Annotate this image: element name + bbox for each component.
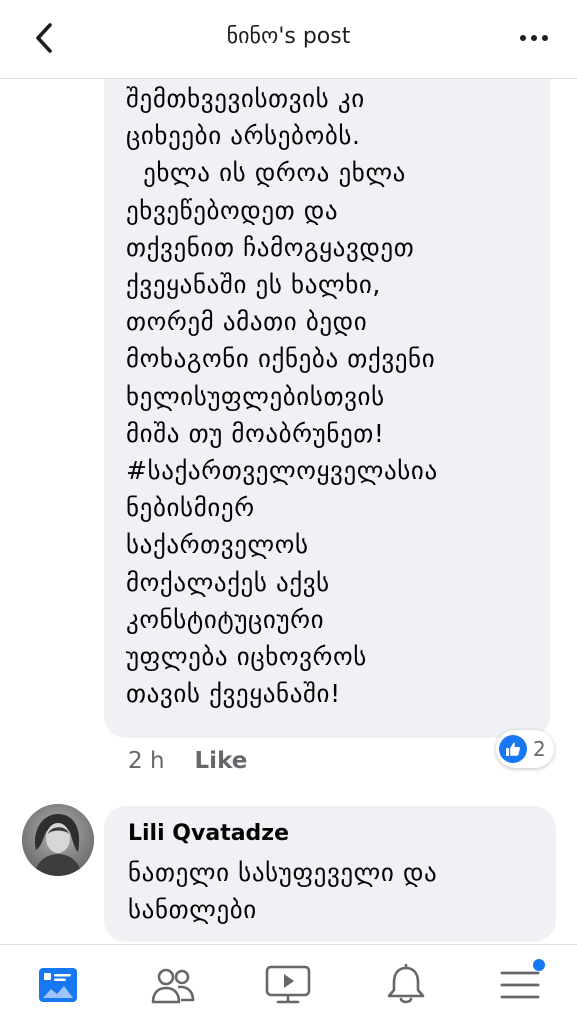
bottom-tab-bar	[0, 944, 577, 1025]
reaction-summary[interactable]: 2	[496, 730, 554, 768]
tab-notifications[interactable]	[380, 961, 432, 1009]
reaction-count: 2	[533, 737, 546, 761]
watch-icon	[265, 965, 311, 1004]
post-title: ნინო's post	[226, 24, 351, 49]
like-thumb-icon	[499, 735, 527, 763]
commenter-name[interactable]: Lili Qvatadze	[128, 818, 536, 850]
comment-text: შემთხვევისთვის კი ციხეები არსებობს. ეხლა…	[126, 84, 438, 709]
comment-meta: 2 h Like	[128, 745, 247, 777]
tab-menu[interactable]	[494, 959, 546, 1009]
news-feed-icon	[39, 968, 77, 1002]
tab-watch[interactable]	[262, 961, 314, 1009]
comment-text: ნათელი სასუფეველი და სანთლები	[128, 858, 438, 924]
menu-icon	[500, 971, 540, 999]
comment-bubble[interactable]: შემთხვევისთვის კი ციხეები არსებობს. ეხლა…	[104, 40, 550, 738]
tab-news-feed[interactable]	[32, 961, 84, 1009]
more-options-button[interactable]	[517, 24, 551, 52]
like-button[interactable]: Like	[195, 748, 248, 774]
notification-dot	[533, 959, 545, 971]
tab-groups[interactable]	[147, 961, 199, 1009]
comment-timestamp: 2 h	[128, 748, 165, 774]
groups-icon	[151, 968, 195, 1004]
top-bar: ნინო's post	[0, 0, 577, 79]
avatar[interactable]	[22, 804, 94, 876]
more-horizontal-icon	[520, 35, 548, 41]
avatar-photo	[22, 804, 94, 876]
comment-bubble[interactable]: Lili Qvatadze ნათელი სასუფეველი და სანთლ…	[104, 806, 556, 942]
notifications-icon	[387, 963, 425, 1004]
